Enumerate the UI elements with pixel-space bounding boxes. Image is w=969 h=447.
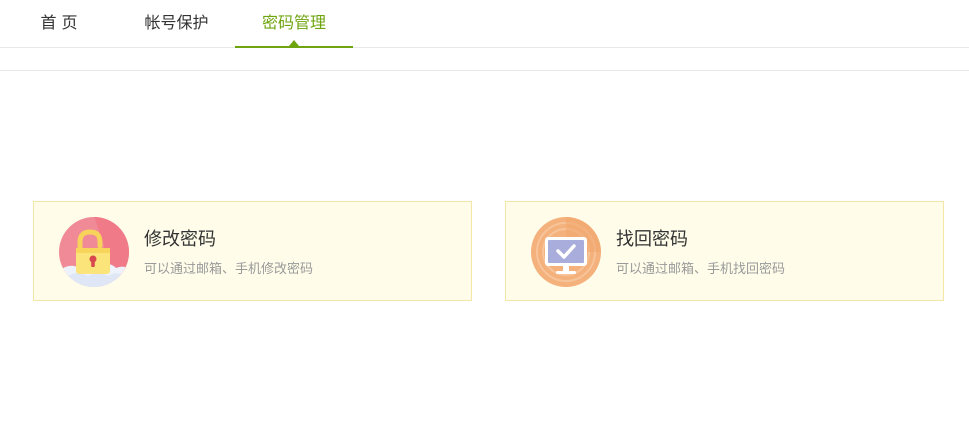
active-tab-caret-icon — [289, 40, 299, 46]
change-password-title: 修改密码 — [144, 229, 216, 250]
top-navigation: 首 页 帐号保护 密码管理 — [0, 0, 969, 48]
change-password-card[interactable]: 修改密码 可以通过邮箱、手机修改密码 — [33, 201, 472, 301]
tab-password-management-label: 密码管理 — [261, 13, 326, 32]
recover-password-description: 可以通过邮箱、手机找回密码 — [616, 262, 786, 277]
tab-home[interactable]: 首 页 — [0, 0, 118, 48]
tab-password-management[interactable]: 密码管理 — [235, 0, 353, 48]
unlock-padlock-icon — [58, 216, 130, 288]
change-password-description: 可以通过邮箱、手机修改密码 — [144, 262, 314, 277]
monitor-check-icon — [530, 216, 602, 288]
tab-account-protection[interactable]: 帐号保护 — [118, 0, 235, 48]
tab-home-label: 首 页 — [40, 13, 78, 32]
tab-account-protection-label: 帐号保护 — [144, 13, 209, 32]
divider — [0, 70, 969, 71]
recover-password-card[interactable]: 找回密码 可以通过邮箱、手机找回密码 — [505, 201, 944, 301]
recover-password-title: 找回密码 — [616, 229, 688, 250]
